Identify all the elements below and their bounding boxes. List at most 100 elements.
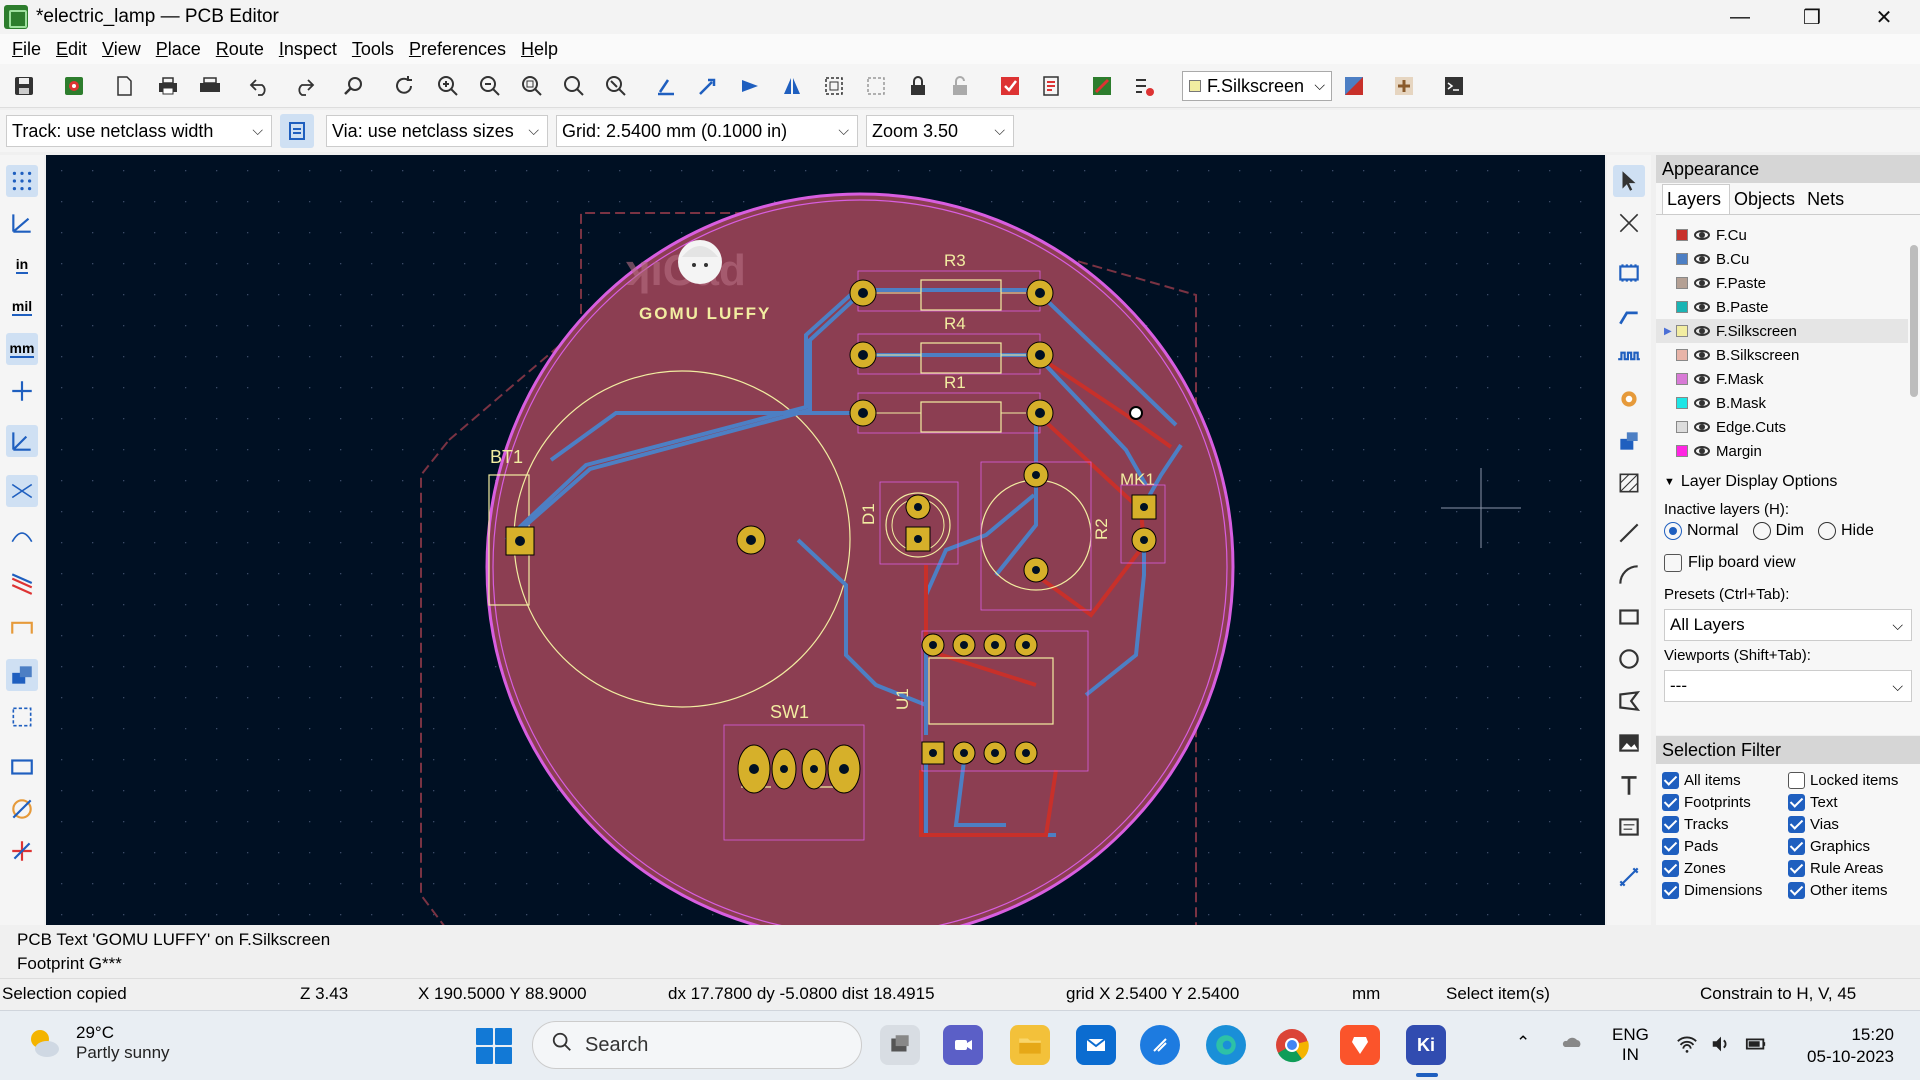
visibility-eye-icon[interactable] (1694, 302, 1710, 312)
visibility-eye-icon[interactable] (1694, 230, 1710, 240)
layer-row[interactable]: Edge.Cuts (1656, 415, 1908, 439)
rotate-cw-icon[interactable] (694, 72, 722, 100)
curved-ratsnest-icon[interactable] (6, 517, 38, 549)
add-zone-icon[interactable] (1613, 425, 1645, 457)
tab-layers[interactable]: Layers (1662, 184, 1731, 214)
route-track-icon[interactable] (1613, 299, 1645, 331)
menu-preferences[interactable]: Preferences (403, 39, 515, 60)
add-image-icon[interactable] (1613, 727, 1645, 759)
track-width-select[interactable]: Track: use netclass width ⌵ (6, 115, 272, 147)
plot-icon[interactable] (196, 72, 224, 100)
scripting-console-icon[interactable] (1440, 72, 1468, 100)
zone-fill-icon[interactable] (6, 659, 38, 691)
layer-color-swatch[interactable] (1676, 373, 1688, 385)
layer-row[interactable]: B.Mask (1656, 391, 1908, 415)
inactive-hide-radio[interactable]: Hide (1818, 522, 1874, 540)
lock-icon[interactable] (904, 72, 932, 100)
layer-color-swatch[interactable] (1676, 445, 1688, 457)
layer-color-swatch[interactable] (1676, 325, 1688, 337)
task-view-icon[interactable] (880, 1025, 920, 1065)
selection-filter-item[interactable]: Locked items (1788, 772, 1920, 789)
netlist-icon[interactable] (1038, 72, 1066, 100)
local-ratsnest-icon[interactable] (1613, 207, 1645, 239)
windows-start-button[interactable] (476, 1028, 512, 1064)
add-dimension-icon[interactable] (1613, 861, 1645, 893)
layer-color-swatch[interactable] (1676, 229, 1688, 241)
selection-filter-item[interactable]: Vias (1788, 816, 1920, 833)
viewports-select[interactable]: --- ⌵ (1664, 670, 1912, 702)
tab-nets[interactable]: Nets (1803, 189, 1852, 214)
layer-color-swatch[interactable] (1676, 349, 1688, 361)
grid-select[interactable]: Grid: 2.5400 mm (0.1000 in) ⌵ (556, 115, 858, 147)
mail-icon[interactable] (1076, 1025, 1116, 1065)
ratsnest-icon[interactable] (6, 475, 38, 507)
add-footprint-icon[interactable] (1613, 257, 1645, 289)
layer-color-swatch[interactable] (1676, 397, 1688, 409)
selection-filter-item[interactable]: Rule Areas (1788, 860, 1920, 877)
wifi-icon[interactable] (1676, 1033, 1698, 1060)
visibility-eye-icon[interactable] (1694, 350, 1710, 360)
menu-help[interactable]: Help (515, 39, 567, 60)
menu-inspect[interactable]: Inspect (273, 39, 346, 60)
flip-board-checkbox[interactable]: Flip board view (1656, 554, 1920, 572)
layer-color-swatch[interactable] (1676, 253, 1688, 265)
minimize-button[interactable]: — (1710, 0, 1770, 34)
app-icon[interactable] (1140, 1025, 1180, 1065)
undo-icon[interactable] (246, 72, 274, 100)
zoom-select[interactable]: Zoom 3.50 ⌵ (866, 115, 1014, 147)
add-textbox-icon[interactable] (1613, 811, 1645, 843)
battery-icon[interactable] (1744, 1033, 1768, 1060)
taskbar-search[interactable]: Search (532, 1021, 862, 1069)
clock[interactable]: 15:20 05-10-2023 (1794, 1024, 1894, 1068)
zone-outline-icon[interactable] (6, 701, 38, 733)
layer-row[interactable]: F.Paste (1656, 271, 1908, 295)
selection-filter-item[interactable]: Pads (1662, 838, 1788, 855)
layer-row[interactable]: F.Cu (1656, 223, 1908, 247)
draw-rectangle-icon[interactable] (1613, 601, 1645, 633)
pad-outline-icon[interactable] (6, 751, 38, 783)
footprint-editor-icon[interactable] (1088, 72, 1116, 100)
mirror-v-icon[interactable] (778, 72, 806, 100)
polar-coords-icon[interactable] (6, 207, 38, 239)
layer-row[interactable]: ▶ F.Silkscreen (1656, 319, 1908, 343)
inactive-normal-radio[interactable]: Normal (1664, 522, 1739, 540)
visibility-eye-icon[interactable] (1694, 446, 1710, 456)
grid-toggle-icon[interactable] (6, 165, 38, 197)
menu-tools[interactable]: Tools (346, 39, 403, 60)
menu-place[interactable]: Place (150, 39, 210, 60)
file-explorer-icon[interactable] (1010, 1025, 1050, 1065)
teams-icon[interactable] (943, 1025, 983, 1065)
active-layer-select[interactable]: F.Silkscreen ⌵ (1182, 71, 1332, 101)
units-inches-button[interactable]: in (6, 249, 38, 281)
ungroup-icon[interactable] (862, 72, 890, 100)
selection-filter-item[interactable]: Dimensions (1662, 882, 1788, 899)
add-text-icon[interactable] (1613, 769, 1645, 801)
volume-icon[interactable] (1710, 1033, 1732, 1060)
selection-filter-item[interactable]: Text (1788, 794, 1920, 811)
layer-pair-icon[interactable] (1340, 72, 1368, 100)
route-interactive-icon[interactable] (1390, 72, 1418, 100)
pcb-canvas[interactable]: BT1 R3 R4 R1 D1 MK1 R2 U1 SW1 GOMU LUFFY (46, 155, 1605, 925)
zoom-selection-icon[interactable] (602, 72, 630, 100)
cursor-style-icon[interactable] (6, 375, 38, 407)
visibility-eye-icon[interactable] (1694, 278, 1710, 288)
zoom-fit-icon[interactable] (518, 72, 546, 100)
selection-filter-item[interactable]: Tracks (1662, 816, 1788, 833)
layer-color-swatch[interactable] (1676, 277, 1688, 289)
layer-row[interactable]: B.Cu (1656, 247, 1908, 271)
refresh-icon[interactable] (390, 72, 418, 100)
find-icon[interactable] (340, 72, 368, 100)
draw-line-icon[interactable] (1613, 517, 1645, 549)
rotate-ccw-icon[interactable] (652, 72, 680, 100)
layer-row[interactable]: Margin (1656, 439, 1908, 463)
auto-track-width-icon[interactable] (280, 114, 314, 148)
visibility-eye-icon[interactable] (1694, 398, 1710, 408)
visibility-eye-icon[interactable] (1694, 422, 1710, 432)
drc-icon[interactable] (996, 72, 1024, 100)
edge-browser-icon[interactable] (1206, 1025, 1246, 1065)
unlock-icon[interactable] (946, 72, 974, 100)
save-icon[interactable] (10, 72, 38, 100)
visibility-eye-icon[interactable] (1694, 254, 1710, 264)
layer-color-swatch[interactable] (1676, 301, 1688, 313)
menu-view[interactable]: View (96, 39, 150, 60)
